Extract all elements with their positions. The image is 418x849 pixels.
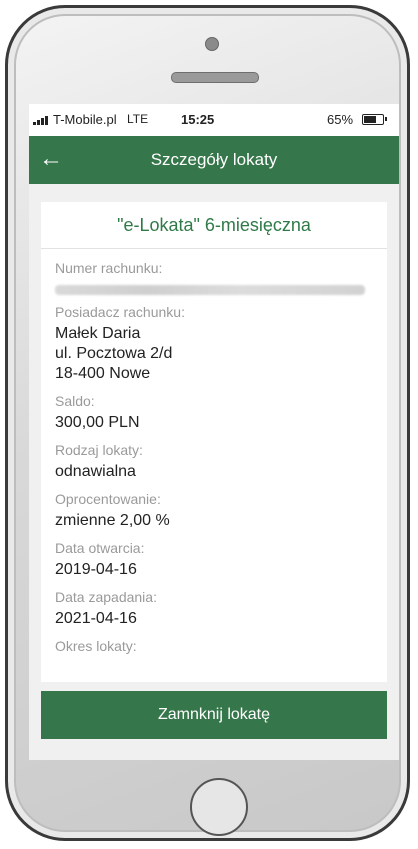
- battery-icon: [362, 114, 384, 125]
- maturity-value: 2021-04-16: [55, 610, 137, 627]
- holder-name: Małek Daria: [55, 325, 141, 342]
- app-header: ← Szczegóły lokaty: [29, 136, 399, 184]
- page-title: Szczegóły lokaty: [150, 150, 278, 169]
- field-account-number: Numer rachunku:: [55, 259, 373, 295]
- deposit-name: "e-Lokata" 6-miesięczna: [41, 202, 387, 249]
- front-camera: [205, 37, 219, 51]
- balance-value: 300,00 PLN: [55, 414, 140, 431]
- battery-percent: 65%: [327, 112, 354, 127]
- account-number-label: Numer rachunku:: [55, 260, 163, 276]
- period-label: Okres lokaty:: [55, 638, 137, 654]
- account-number-value-blurred: [55, 285, 365, 295]
- signal-icon: [33, 116, 48, 125]
- carrier-name: T-Mobile.pl: [53, 112, 117, 127]
- status-bar: T-Mobile.pl LTE 15:25 65%: [29, 104, 399, 136]
- field-interest: Oprocentowanie: zmienne 2,00 %: [55, 490, 373, 531]
- field-opened: Data otwarcia: 2019-04-16: [55, 539, 373, 580]
- maturity-label: Data zapadania:: [55, 589, 157, 605]
- holder-value: Małek Daria ul. Pocztowa 2/d 18-400 Nowe: [55, 324, 373, 384]
- close-deposit-button[interactable]: Zamnknij lokatę: [41, 691, 387, 739]
- opened-value: 2019-04-16: [55, 561, 137, 578]
- deposit-details-card: "e-Lokata" 6-miesięczna Numer rachunku: …: [41, 202, 387, 682]
- clock: 15:25: [181, 112, 215, 127]
- battery-tip: [385, 117, 387, 121]
- holder-city: 18-400 Nowe: [55, 365, 151, 382]
- balance-label: Saldo:: [55, 393, 95, 409]
- field-balance: Saldo: 300,00 PLN: [55, 392, 373, 433]
- earpiece-speaker: [171, 72, 259, 83]
- field-maturity: Data zapadania: 2021-04-16: [55, 588, 373, 629]
- phone-screen: T-Mobile.pl LTE 15:25 65% ← Szczegóły lo…: [29, 104, 399, 760]
- holder-label: Posiadacz rachunku:: [55, 304, 185, 320]
- type-label: Rodzaj lokaty:: [55, 442, 143, 458]
- interest-label: Oprocentowanie:: [55, 491, 161, 507]
- opened-label: Data otwarcia:: [55, 540, 145, 556]
- details-list[interactable]: Numer rachunku: Posiadacz rachunku: Małe…: [41, 249, 387, 655]
- field-type: Rodzaj lokaty: odnawialna: [55, 441, 373, 482]
- interest-value: zmienne 2,00 %: [55, 512, 170, 529]
- network-type: LTE: [127, 112, 149, 126]
- field-period: Okres lokaty:: [55, 637, 373, 655]
- holder-street: ul. Pocztowa 2/d: [55, 345, 173, 362]
- type-value: odnawialna: [55, 463, 136, 480]
- field-holder: Posiadacz rachunku: Małek Daria ul. Pocz…: [55, 303, 373, 384]
- home-button[interactable]: [190, 778, 248, 836]
